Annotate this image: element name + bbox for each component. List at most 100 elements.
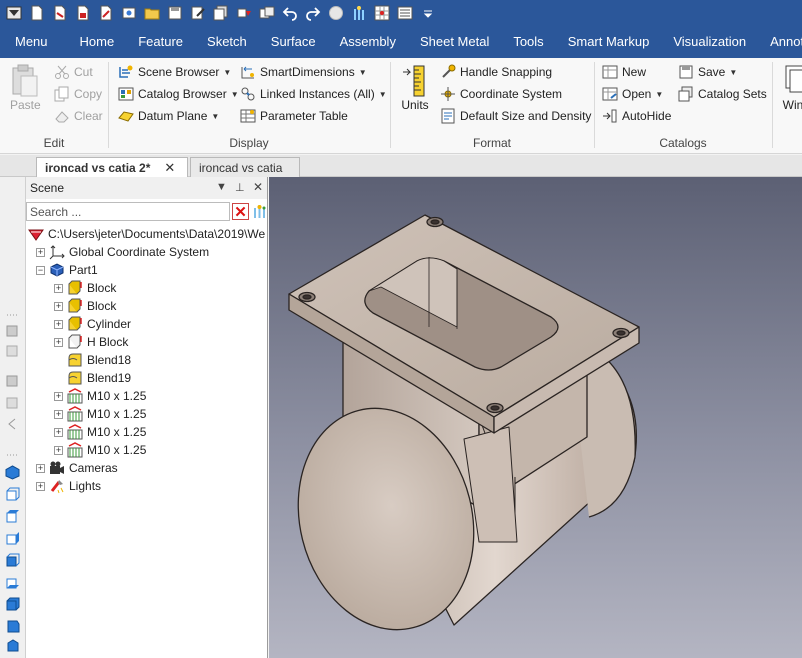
- tab-sheet-metal[interactable]: Sheet Metal: [408, 26, 501, 58]
- view-dimetric-cube-icon[interactable]: [5, 619, 20, 634]
- smart-dimensions-button[interactable]: SmartDimensions ▼: [240, 62, 367, 82]
- view-right-cube-icon[interactable]: [5, 531, 20, 546]
- parameter-table-button[interactable]: Parameter Table: [240, 106, 348, 126]
- pages-icon[interactable]: [211, 3, 231, 23]
- tree-node[interactable]: + Cameras: [36, 459, 118, 477]
- tree-node[interactable]: + Block: [54, 297, 116, 315]
- grey-cube-icon[interactable]: [5, 323, 20, 338]
- tree-node[interactable]: + Cylinder: [54, 315, 131, 333]
- view-left-cube-icon[interactable]: [5, 553, 20, 568]
- save-icon[interactable]: [73, 3, 93, 23]
- grey-cube-icon[interactable]: [5, 343, 20, 358]
- view-bottom-cube-icon[interactable]: [5, 597, 20, 612]
- tab-smart-markup[interactable]: Smart Markup: [556, 26, 662, 58]
- view-normal-cube-icon[interactable]: [5, 639, 20, 654]
- dots-handle-icon[interactable]: [5, 307, 20, 322]
- back-arrow-icon[interactable]: [5, 417, 20, 432]
- tree-node[interactable]: + H Block: [54, 333, 128, 351]
- tree-node[interactable]: + M10 x 1.25: [54, 405, 146, 423]
- triball-icon[interactable]: [349, 3, 369, 23]
- tab-surface[interactable]: Surface: [259, 26, 328, 58]
- grey-cube-icon[interactable]: [5, 395, 20, 410]
- tab-tools[interactable]: Tools: [501, 26, 555, 58]
- view-top-cube-icon[interactable]: [5, 509, 20, 524]
- 3d-model-part[interactable]: [269, 177, 802, 658]
- datum-plane-button[interactable]: Datum Plane ▼: [118, 106, 219, 126]
- copy-icon[interactable]: [257, 3, 277, 23]
- sphere-icon[interactable]: [326, 3, 346, 23]
- expand-icon[interactable]: +: [36, 481, 45, 491]
- tree-node[interactable]: + Lights: [36, 477, 101, 495]
- clear-search-icon[interactable]: ✕: [232, 203, 249, 221]
- default-size-density-button[interactable]: Default Size and Density: [440, 106, 591, 126]
- coordinate-system-button[interactable]: Coordinate System: [440, 84, 562, 104]
- view-iso-cube-icon[interactable]: [5, 465, 20, 480]
- scene-search-input[interactable]: [26, 202, 230, 221]
- collapse-icon[interactable]: −: [36, 265, 45, 275]
- linked-instances-button[interactable]: Linked Instances (All) ▼: [240, 84, 387, 104]
- tab-menu[interactable]: Menu: [0, 26, 68, 58]
- tree-node[interactable]: + Global Coordinate System: [36, 243, 209, 261]
- handle-snapping-button[interactable]: Handle Snapping: [440, 62, 552, 82]
- tree-node[interactable]: C:\Users\jeter\Documents\Data\2019\We: [28, 225, 265, 243]
- 3d-viewport[interactable]: [269, 177, 802, 658]
- expand-icon[interactable]: +: [54, 319, 63, 329]
- grey-cube-icon[interactable]: [5, 373, 20, 388]
- window-button[interactable]: Win: [780, 64, 802, 112]
- catalog-save-button[interactable]: Save ▼: [678, 62, 737, 82]
- redo-icon[interactable]: [303, 3, 323, 23]
- expand-icon[interactable]: +: [54, 427, 63, 437]
- expand-icon[interactable]: +: [54, 445, 63, 455]
- grid-icon[interactable]: [372, 3, 392, 23]
- tab-sketch[interactable]: Sketch: [195, 26, 259, 58]
- new-icon[interactable]: [27, 3, 47, 23]
- tree-node[interactable]: + M10 x 1.25: [54, 387, 146, 405]
- search-options-icon[interactable]: [251, 203, 268, 220]
- tree-node[interactable]: Blend18: [54, 351, 131, 369]
- expand-icon[interactable]: +: [54, 391, 63, 401]
- open-icon[interactable]: [50, 3, 70, 23]
- catalog-sets-button[interactable]: Catalog Sets: [678, 84, 767, 104]
- dots-handle-icon[interactable]: [5, 447, 20, 462]
- view-back-cube-icon[interactable]: [5, 575, 20, 590]
- expand-icon[interactable]: +: [36, 247, 45, 257]
- app-icon[interactable]: [4, 3, 24, 23]
- expand-icon[interactable]: +: [36, 463, 45, 473]
- scene-browser-button[interactable]: Scene Browser ▼: [118, 62, 231, 82]
- expand-icon[interactable]: +: [54, 337, 63, 347]
- catalog-new-button[interactable]: New: [602, 62, 646, 82]
- tab-assembly[interactable]: Assembly: [328, 26, 408, 58]
- tab-visualization[interactable]: Visualization: [661, 26, 758, 58]
- settings-icon[interactable]: [395, 3, 415, 23]
- view-front-cube-icon[interactable]: [5, 487, 20, 502]
- expand-icon[interactable]: +: [54, 283, 63, 293]
- cut-button[interactable]: Cut: [54, 62, 93, 82]
- clear-button[interactable]: Clear: [54, 106, 103, 126]
- expand-icon[interactable]: +: [54, 301, 63, 311]
- catalog-browser-button[interactable]: Catalog Browser ▼: [118, 84, 239, 104]
- tools-icon[interactable]: [234, 3, 254, 23]
- doc-tab-ironcad-vs-catia[interactable]: ironcad vs catia: [190, 157, 300, 177]
- catalog-open-button[interactable]: Open ▼: [602, 84, 663, 104]
- tree-node[interactable]: Blend19: [54, 369, 131, 387]
- pin-icon[interactable]: ⊥: [235, 181, 245, 194]
- panel-menu-chevron-icon[interactable]: ▼: [216, 181, 227, 193]
- save-as-icon[interactable]: [96, 3, 116, 23]
- paste-button[interactable]: Paste: [10, 64, 41, 112]
- tab-annotation[interactable]: Annota: [758, 26, 802, 58]
- qat-more-icon[interactable]: [418, 3, 438, 23]
- undo-icon[interactable]: [280, 3, 300, 23]
- tree-node[interactable]: + Block: [54, 279, 116, 297]
- close-icon[interactable]: ✕: [253, 180, 263, 194]
- disk-icon[interactable]: [165, 3, 185, 23]
- expand-icon[interactable]: +: [54, 409, 63, 419]
- tree-node[interactable]: + M10 x 1.25: [54, 441, 146, 459]
- copy-button[interactable]: Copy: [54, 84, 102, 104]
- close-icon[interactable]: ✕: [164, 160, 175, 176]
- tree-node[interactable]: − Part1: [36, 261, 98, 279]
- units-button[interactable]: Units: [400, 64, 430, 112]
- tab-feature[interactable]: Feature: [126, 26, 195, 58]
- edit-icon[interactable]: [188, 3, 208, 23]
- print-icon[interactable]: [119, 3, 139, 23]
- tab-home[interactable]: Home: [68, 26, 127, 58]
